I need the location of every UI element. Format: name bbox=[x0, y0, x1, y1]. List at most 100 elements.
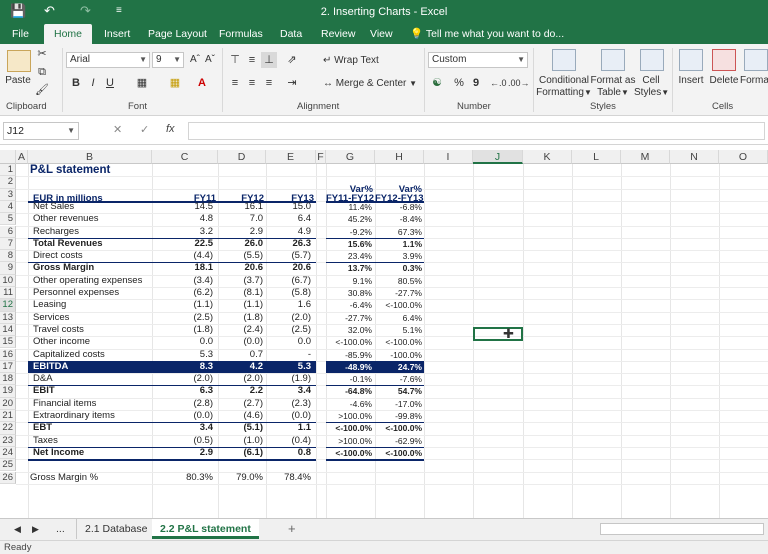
column-header-o[interactable]: O bbox=[719, 150, 768, 164]
increase-decimal-icon[interactable]: ←.0 bbox=[490, 75, 507, 91]
row-header-11[interactable]: 11 bbox=[0, 287, 16, 300]
row-header-2[interactable]: 2 bbox=[0, 176, 16, 189]
percent-style-button[interactable]: % bbox=[451, 75, 467, 91]
row-header-22[interactable]: 22 bbox=[0, 422, 16, 435]
row-header-16[interactable]: 16 bbox=[0, 348, 16, 361]
row-header-7[interactable]: 7 bbox=[0, 237, 16, 251]
comma-style-button[interactable]: 9 bbox=[468, 75, 484, 91]
name-box[interactable]: J12 ▼ bbox=[3, 122, 79, 140]
delete-cells-icon[interactable] bbox=[712, 49, 736, 71]
tell-me-box[interactable]: 💡 Tell me what you want to do... bbox=[410, 24, 564, 44]
column-header-j[interactable]: J bbox=[473, 150, 523, 164]
conditional-formatting-button[interactable]: Conditional Formatting▼ bbox=[536, 75, 592, 99]
row-header-13[interactable]: 13 bbox=[0, 311, 16, 324]
formula-input[interactable] bbox=[188, 122, 765, 140]
align-center-icon[interactable]: ≡ bbox=[244, 75, 260, 91]
select-all-corner[interactable] bbox=[0, 150, 16, 164]
insert-function-button[interactable]: fx bbox=[166, 123, 175, 135]
bold-button[interactable]: B bbox=[68, 75, 84, 91]
row-header-4[interactable]: 4 bbox=[0, 200, 16, 214]
column-header-d[interactable]: D bbox=[218, 150, 266, 164]
add-sheet-button[interactable]: + bbox=[280, 519, 304, 539]
row-header-6[interactable]: 6 bbox=[0, 225, 16, 238]
paste-button[interactable]: Paste bbox=[4, 75, 32, 87]
row-header-9[interactable]: 9 bbox=[0, 262, 16, 275]
conditional-formatting-icon[interactable] bbox=[552, 49, 576, 71]
row-header-15[interactable]: 15 bbox=[0, 336, 16, 349]
number-format-combo[interactable]: Custom ▼ bbox=[428, 52, 528, 68]
indent-icon[interactable]: ⇥ bbox=[284, 75, 300, 91]
format-cells-icon[interactable] bbox=[744, 49, 768, 71]
row-header-12[interactable]: 12 bbox=[0, 299, 16, 312]
tab-formulas[interactable]: Formulas bbox=[219, 24, 263, 44]
row-header-23[interactable]: 23 bbox=[0, 434, 16, 447]
row-header-8[interactable]: 8 bbox=[0, 250, 16, 263]
tab-view[interactable]: View bbox=[370, 24, 393, 44]
scroll-right-icon[interactable]: ▶ bbox=[24, 519, 47, 539]
borders-icon[interactable]: ▦ bbox=[134, 75, 150, 91]
align-bottom-icon[interactable]: ⊥ bbox=[261, 52, 277, 68]
column-header-f[interactable]: F bbox=[316, 150, 326, 164]
font-size-combo[interactable]: 9 ▼ bbox=[152, 52, 184, 68]
format-as-table-button[interactable]: Format as Table▼ bbox=[590, 75, 636, 99]
align-right-icon[interactable]: ≡ bbox=[261, 75, 277, 91]
cut-icon[interactable]: ✂ bbox=[34, 46, 50, 62]
enter-icon[interactable]: ✓ bbox=[140, 123, 149, 136]
row-header-20[interactable]: 20 bbox=[0, 397, 16, 410]
column-header-l[interactable]: L bbox=[572, 150, 621, 164]
copy-icon[interactable]: ⧉ bbox=[34, 64, 50, 80]
tab-file[interactable]: File bbox=[12, 24, 29, 44]
row-header-19[interactable]: 19 bbox=[0, 385, 16, 398]
sheet-tab-pl-statement[interactable]: 2.2 P&L statement bbox=[152, 519, 259, 539]
row-header-14[interactable]: 14 bbox=[0, 323, 16, 337]
underline-button[interactable]: U bbox=[102, 75, 118, 91]
row-header-21[interactable]: 21 bbox=[0, 410, 16, 423]
font-color-icon[interactable]: A bbox=[194, 75, 210, 91]
align-middle-icon[interactable]: ≡ bbox=[244, 52, 260, 68]
cell-styles-icon[interactable] bbox=[640, 49, 664, 71]
sheet-tab-database[interactable]: 2.1 Database bbox=[76, 519, 157, 539]
format-as-table-icon[interactable] bbox=[601, 49, 625, 71]
format-painter-icon[interactable]: 🖌 bbox=[34, 82, 50, 98]
merge-center-button[interactable]: ↔ Merge & Center ▼ bbox=[323, 78, 417, 90]
fill-color-icon[interactable]: ▦ bbox=[167, 75, 183, 91]
align-top-icon[interactable]: ⊤ bbox=[227, 52, 243, 68]
cell-styles-button[interactable]: Cell Styles▼ bbox=[634, 75, 669, 99]
column-header-m[interactable]: M bbox=[621, 150, 670, 164]
accounting-format-icon[interactable]: ☯ bbox=[429, 75, 445, 91]
column-header-k[interactable]: K bbox=[523, 150, 572, 164]
format-cells-button[interactable]: Forma bbox=[740, 75, 768, 87]
font-name-combo[interactable]: Arial ▼ bbox=[66, 52, 150, 68]
column-header-h[interactable]: H bbox=[375, 150, 424, 164]
orientation-icon[interactable]: ⇗ bbox=[284, 52, 300, 68]
row-header-26[interactable]: 26 bbox=[0, 471, 16, 484]
tab-page-layout[interactable]: Page Layout bbox=[148, 24, 207, 44]
selected-cell-j12[interactable] bbox=[473, 327, 523, 341]
shrink-font-icon[interactable]: Aˇ bbox=[202, 52, 218, 68]
wrap-text-button[interactable]: ↵ Wrap Text bbox=[323, 55, 379, 67]
row-header-18[interactable]: 18 bbox=[0, 373, 16, 386]
column-header-g[interactable]: G bbox=[326, 150, 375, 164]
tab-data[interactable]: Data bbox=[280, 24, 302, 44]
insert-cells-button[interactable]: Insert bbox=[675, 75, 707, 87]
tab-review[interactable]: Review bbox=[321, 24, 355, 44]
column-header-c[interactable]: C bbox=[152, 150, 218, 164]
row-header-10[interactable]: 10 bbox=[0, 274, 16, 287]
cancel-icon[interactable]: ✕ bbox=[113, 123, 122, 136]
tab-insert[interactable]: Insert bbox=[104, 24, 130, 44]
paste-icon[interactable] bbox=[7, 50, 31, 72]
column-header-n[interactable]: N bbox=[670, 150, 719, 164]
row-header-24[interactable]: 24 bbox=[0, 446, 16, 460]
row-header-3[interactable]: 3 bbox=[0, 188, 16, 201]
decrease-decimal-icon[interactable]: .00→ bbox=[508, 75, 530, 91]
insert-cells-icon[interactable] bbox=[679, 49, 703, 71]
row-header-1[interactable]: 1 bbox=[0, 164, 16, 177]
row-header-17[interactable]: 17 bbox=[0, 360, 16, 374]
column-header-b[interactable]: B bbox=[28, 150, 152, 164]
horizontal-scrollbar[interactable] bbox=[600, 523, 764, 535]
align-left-icon[interactable]: ≡ bbox=[227, 75, 243, 91]
column-header-e[interactable]: E bbox=[266, 150, 316, 164]
row-header-5[interactable]: 5 bbox=[0, 213, 16, 226]
row-header-25[interactable]: 25 bbox=[0, 459, 16, 472]
grow-font-icon[interactable]: Aˆ bbox=[187, 52, 203, 68]
